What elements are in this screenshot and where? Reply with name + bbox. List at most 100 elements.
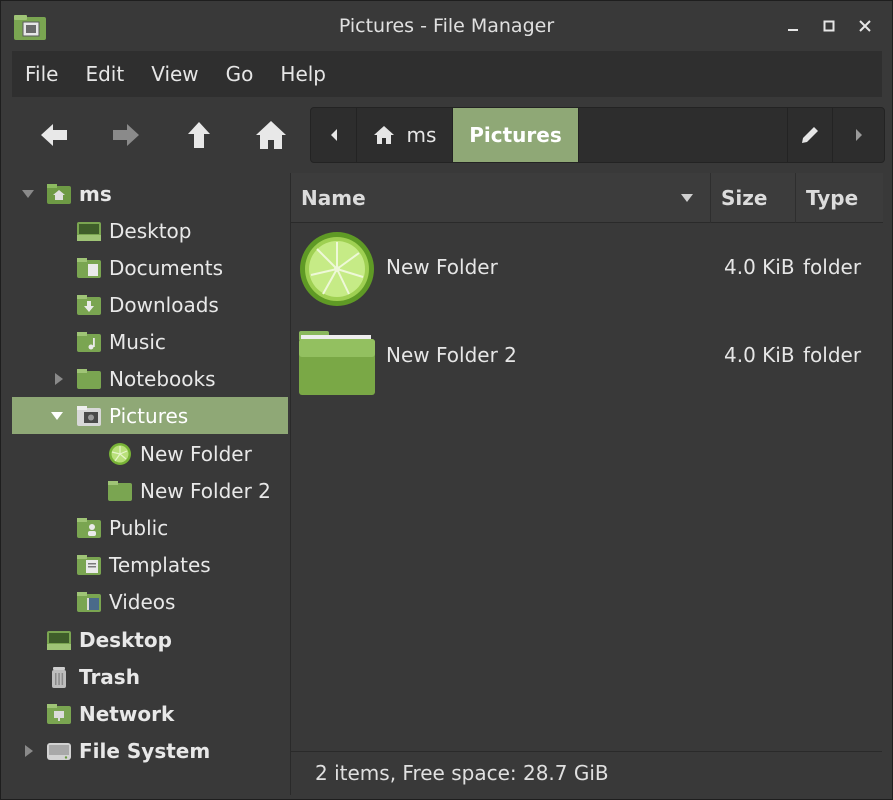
sidebar-item-desktop[interactable]: Desktop bbox=[12, 212, 288, 249]
sidebar-item-templates[interactable]: Templates bbox=[12, 546, 288, 583]
file-row[interactable]: New Folder 4.0 KiB folder bbox=[291, 225, 883, 313]
column-header-label: Type bbox=[806, 186, 859, 210]
menu-file[interactable]: File bbox=[12, 62, 72, 86]
title-bar[interactable]: Pictures - File Manager bbox=[1, 1, 892, 53]
desktop-icon bbox=[46, 628, 72, 652]
sidebar-item-documents[interactable]: Documents bbox=[12, 249, 288, 286]
forward-button[interactable] bbox=[96, 115, 156, 155]
expander-closed-icon[interactable] bbox=[52, 372, 66, 386]
trash-icon bbox=[46, 665, 72, 689]
sidebar-item-label: ms bbox=[79, 181, 112, 206]
file-size: 4.0 KiB bbox=[724, 343, 795, 367]
sidebar-item-label: New Folder 2 bbox=[140, 478, 271, 503]
pencil-icon bbox=[802, 127, 818, 143]
sidebar-item-label: Templates bbox=[109, 552, 211, 577]
menu-go[interactable]: Go bbox=[213, 62, 268, 86]
column-header-name[interactable]: Name bbox=[291, 173, 711, 223]
pictures-folder-icon bbox=[76, 404, 102, 428]
path-segment-label: Pictures bbox=[469, 123, 562, 147]
menu-edit[interactable]: Edit bbox=[72, 62, 138, 86]
maximize-button[interactable] bbox=[816, 13, 842, 39]
sidebar-item-notebooks[interactable]: Notebooks bbox=[12, 360, 288, 397]
back-button[interactable] bbox=[24, 115, 84, 155]
column-header-label: Size bbox=[721, 186, 768, 210]
minimize-button[interactable] bbox=[780, 13, 806, 39]
videos-folder-icon bbox=[76, 590, 102, 614]
back-arrow-icon bbox=[41, 124, 67, 146]
path-segment-label: ms bbox=[406, 123, 437, 147]
home-icon bbox=[256, 121, 286, 149]
sidebar-item-label: File System bbox=[79, 738, 211, 763]
home-icon bbox=[373, 126, 394, 144]
toolbar: ms Pictures bbox=[12, 101, 885, 169]
sidebar-item-label: Desktop bbox=[109, 218, 192, 243]
file-list-view[interactable]: Name Size Type New Folder 4.0 KiB folder… bbox=[290, 173, 883, 751]
path-scroll-left-button[interactable] bbox=[311, 108, 357, 162]
window-title: Pictures - File Manager bbox=[338, 15, 555, 37]
sidebar-item-desktop-root[interactable]: Desktop bbox=[12, 621, 288, 658]
folder-icon bbox=[107, 479, 133, 503]
sidebar-item-label: Notebooks bbox=[109, 366, 216, 391]
sidebar-item-label: Desktop bbox=[79, 627, 172, 652]
close-icon bbox=[859, 20, 871, 32]
drive-icon bbox=[46, 739, 72, 763]
file-name: New Folder bbox=[386, 255, 498, 279]
downloads-folder-icon bbox=[76, 293, 102, 317]
menu-bar: File Edit View Go Help bbox=[12, 51, 882, 97]
sidebar-item-music[interactable]: Music bbox=[12, 323, 288, 360]
status-bar: 2 items, Free space: 28.7 GiB bbox=[290, 751, 882, 795]
column-header-type[interactable]: Type bbox=[796, 173, 883, 223]
chevron-left-icon bbox=[330, 129, 337, 141]
lime-folder-icon bbox=[107, 442, 133, 466]
sidebar-item-downloads[interactable]: Downloads bbox=[12, 286, 288, 323]
sidebar-item-label: Documents bbox=[109, 255, 224, 280]
up-button[interactable] bbox=[169, 115, 229, 155]
sidebar-item-videos[interactable]: Videos bbox=[12, 583, 288, 620]
path-segment-pictures[interactable]: Pictures bbox=[453, 108, 579, 162]
file-manager-window: Pictures - File Manager File Edit View G… bbox=[0, 0, 893, 800]
menu-help[interactable]: Help bbox=[267, 62, 340, 86]
column-header-size[interactable]: Size bbox=[711, 173, 796, 223]
sidebar-item-public[interactable]: Public bbox=[12, 509, 288, 546]
sidebar-item-label: Downloads bbox=[109, 292, 219, 317]
file-type: folder bbox=[803, 343, 862, 367]
up-arrow-icon bbox=[188, 122, 210, 148]
chevron-right-icon bbox=[856, 129, 862, 141]
sidebar-item-label: New Folder bbox=[140, 441, 252, 466]
path-bar: ms Pictures bbox=[310, 107, 885, 163]
templates-folder-icon bbox=[76, 553, 102, 577]
sidebar-item-file-system[interactable]: File System bbox=[12, 732, 288, 769]
expander-closed-icon[interactable] bbox=[22, 744, 36, 758]
sidebar-item-label: Music bbox=[109, 329, 166, 354]
sidebar-item-new-folder-2[interactable]: New Folder 2 bbox=[12, 472, 288, 509]
status-text: 2 items, Free space: 28.7 GiB bbox=[315, 761, 609, 785]
sidebar-item-label: Trash bbox=[79, 664, 140, 689]
sidebar-item-label: Pictures bbox=[109, 403, 189, 428]
column-header-label: Name bbox=[301, 186, 366, 210]
expander-open-icon[interactable] bbox=[21, 187, 35, 201]
sidebar-item-new-folder[interactable]: New Folder bbox=[12, 435, 288, 472]
sidebar-tree: ms Desktop Documents Downloads Music Not… bbox=[12, 173, 288, 795]
path-scroll-right-button[interactable] bbox=[833, 108, 885, 162]
expander-open-icon[interactable] bbox=[50, 409, 64, 423]
edit-location-button[interactable] bbox=[787, 108, 833, 162]
close-button[interactable] bbox=[852, 13, 878, 39]
path-segment-home[interactable]: ms bbox=[357, 108, 453, 162]
menu-view[interactable]: View bbox=[138, 62, 212, 86]
folder-icon bbox=[76, 367, 102, 391]
file-type: folder bbox=[803, 255, 862, 279]
sidebar-item-label: Network bbox=[79, 701, 175, 726]
network-icon bbox=[46, 702, 72, 726]
column-header-row: Name Size Type bbox=[291, 173, 883, 223]
music-folder-icon bbox=[76, 330, 102, 354]
home-button[interactable] bbox=[241, 115, 301, 155]
minimize-icon bbox=[788, 29, 798, 31]
documents-folder-icon bbox=[76, 256, 102, 280]
public-folder-icon bbox=[76, 516, 102, 540]
sidebar-item-ms[interactable]: ms bbox=[12, 175, 288, 212]
sidebar-item-trash[interactable]: Trash bbox=[12, 658, 288, 695]
sidebar-item-network[interactable]: Network bbox=[12, 695, 288, 732]
sidebar-item-pictures[interactable]: Pictures bbox=[12, 397, 288, 434]
home-folder-icon bbox=[46, 182, 72, 206]
file-row[interactable]: New Folder 2 4.0 KiB folder bbox=[291, 313, 883, 401]
